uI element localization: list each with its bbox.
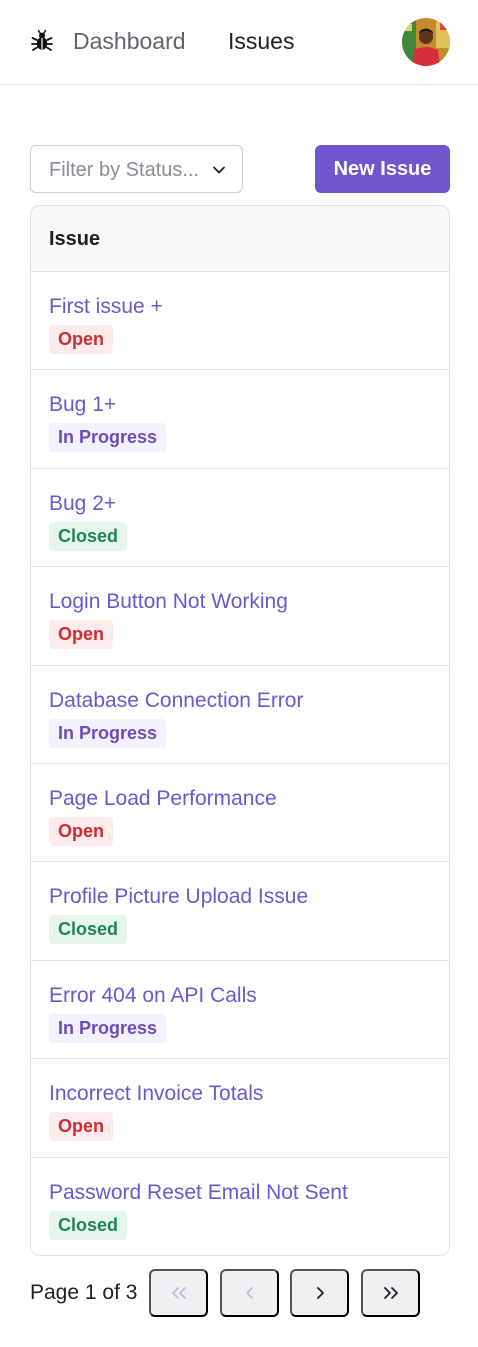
table-row: Page Load Performance Open xyxy=(31,764,449,863)
table-row: Error 404 on API Calls In Progress xyxy=(31,961,449,1060)
issue-title-link[interactable]: Bug 1+ xyxy=(49,392,116,418)
status-badge: Open xyxy=(49,816,114,846)
column-header-issue: Issue xyxy=(49,228,101,250)
status-badge: In Progress xyxy=(49,423,167,453)
nav-link-issues[interactable]: Issues xyxy=(228,27,294,55)
table-row: Bug 2+ Closed xyxy=(31,469,449,568)
previous-page-icon xyxy=(245,1287,253,1299)
previous-page-button[interactable] xyxy=(220,1269,279,1317)
first-page-button[interactable] xyxy=(149,1269,208,1317)
issue-title-link[interactable]: Database Connection Error xyxy=(49,688,303,714)
status-badge: In Progress xyxy=(49,1013,167,1043)
chevron-down-icon xyxy=(213,166,225,174)
status-badge: Open xyxy=(49,1112,114,1142)
table-row: Incorrect Invoice Totals Open xyxy=(31,1059,449,1158)
issue-title-link[interactable]: Login Button Not Working xyxy=(49,589,288,615)
nav-link-dashboard[interactable]: Dashboard xyxy=(73,27,186,55)
table-row: Bug 1+ In Progress xyxy=(31,370,449,469)
status-badge: In Progress xyxy=(49,718,167,748)
status-badge: Closed xyxy=(49,915,128,945)
issue-title-link[interactable]: Error 404 on API Calls xyxy=(49,983,257,1009)
issues-table: Issue First issue + Open Bug 1+ In Progress… xyxy=(30,205,450,1256)
first-page-icon xyxy=(171,1287,186,1299)
issue-title-link[interactable]: Bug 2+ xyxy=(49,491,116,517)
navbar: Dashboard Issues xyxy=(0,0,478,85)
table-row: Database Connection Error In Progress xyxy=(31,666,449,764)
next-page-button[interactable] xyxy=(290,1269,349,1317)
status-filter-placeholder: Filter by Status... xyxy=(49,159,200,181)
issue-title-link[interactable]: First issue + xyxy=(49,294,163,320)
next-page-icon xyxy=(316,1287,324,1299)
bug-icon[interactable] xyxy=(30,29,54,53)
status-filter-select[interactable]: Filter by Status... xyxy=(30,145,243,193)
issue-title-link[interactable]: Password Reset Email Not Sent xyxy=(49,1180,348,1206)
pagination-label: Page 1 of 3 xyxy=(30,1281,138,1304)
issue-title-link[interactable]: Profile Picture Upload Issue xyxy=(49,884,308,910)
issue-title-link[interactable]: Incorrect Invoice Totals xyxy=(49,1081,263,1107)
table-row: First issue + Open xyxy=(31,272,449,371)
status-badge: Closed xyxy=(49,521,128,551)
status-badge: Open xyxy=(49,620,114,650)
new-issue-button[interactable]: New Issue xyxy=(315,145,450,193)
user-avatar[interactable] xyxy=(402,18,450,66)
table-row: Login Button Not Working Open xyxy=(31,567,449,666)
table-row: Password Reset Email Not Sent Closed xyxy=(31,1158,449,1255)
last-page-icon xyxy=(383,1287,398,1299)
table-row: Profile Picture Upload Issue Closed xyxy=(31,862,449,961)
last-page-button[interactable] xyxy=(361,1269,420,1317)
table-header: Issue xyxy=(31,206,449,272)
status-badge: Closed xyxy=(49,1210,128,1240)
status-badge: Open xyxy=(49,325,114,354)
issue-title-link[interactable]: Page Load Performance xyxy=(49,786,277,812)
